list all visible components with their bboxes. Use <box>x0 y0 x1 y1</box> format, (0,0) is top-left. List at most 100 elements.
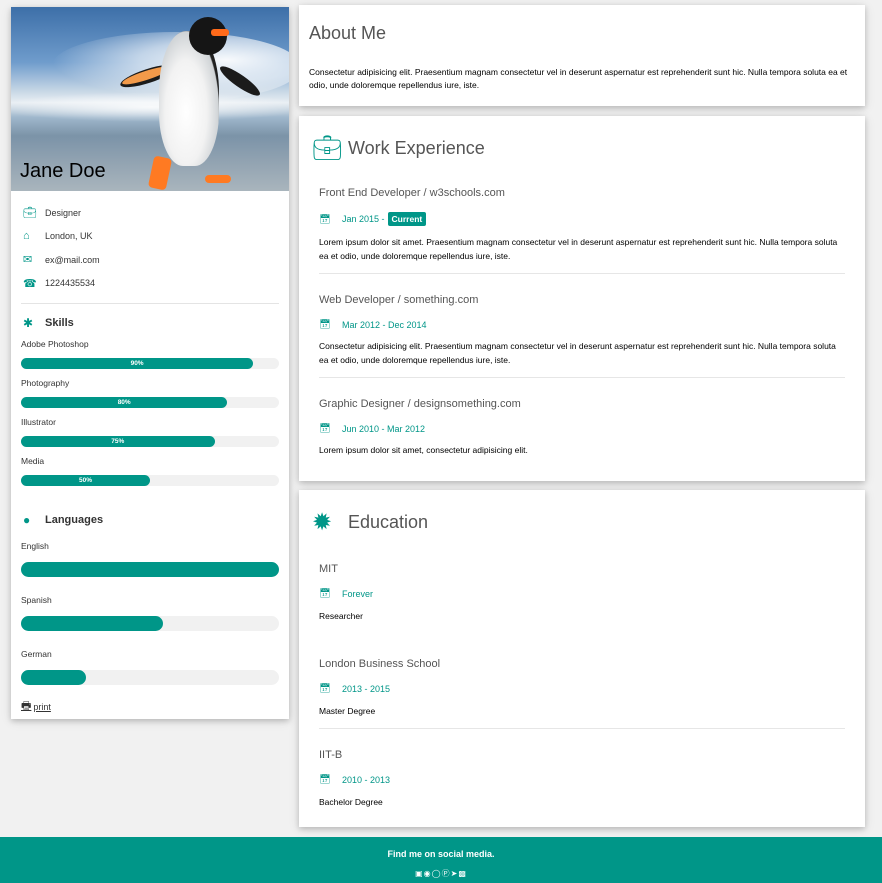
skill-bar-fill: 80% <box>21 397 228 408</box>
facebook-icon[interactable]: ▣ <box>415 869 424 878</box>
work-entry-date-text: Mar 2012 - Dec 2014 <box>342 319 427 330</box>
divider <box>319 377 845 378</box>
phone-icon: ☎ <box>23 277 37 290</box>
education-entry-date: 📅︎ Forever <box>319 588 845 599</box>
work-entry-text: Lorem ipsum dolor sit amet. Praesentium … <box>319 237 838 261</box>
briefcase-icon: 💼︎ <box>23 207 37 220</box>
work-entry-title: Web Developer / something.com <box>319 294 479 306</box>
skill-label: Media <box>21 456 45 466</box>
work-entry-title: Graphic Designer / designsomething.com <box>319 398 521 410</box>
work-entry-text: Consectetur adipisicing elit. Praesentiu… <box>319 341 836 365</box>
divider <box>21 303 279 304</box>
education-heading: ✹ Education <box>312 508 845 537</box>
education-entry-title: MIT <box>319 563 338 575</box>
language-label: Spanish <box>21 595 52 605</box>
language-label: German <box>21 649 52 659</box>
skill-bar-fill: 50% <box>21 475 150 486</box>
linkedin-icon[interactable]: ▩ <box>458 869 467 878</box>
about-card: About Me Consectetur adipisicing elit. P… <box>299 5 865 106</box>
languages-heading: ● Languages <box>21 513 279 527</box>
education-entry-date: 📅︎ 2013 - 2015 <box>319 683 845 694</box>
info-phone-text: 1224435534 <box>45 278 96 289</box>
instagram-icon[interactable]: ◉ <box>424 869 432 878</box>
education-entry-text: Master Degree <box>319 706 376 716</box>
social-icons: ▣◉◯Ⓟ➤▩ <box>0 868 882 879</box>
work-title: Work Experience <box>348 138 485 158</box>
skill-bar: 90% <box>21 358 279 369</box>
language-bar-fill <box>21 562 279 577</box>
language-bar <box>21 670 279 685</box>
print-label[interactable]: print <box>33 702 51 712</box>
skills-heading: ✱ Skills <box>21 316 279 330</box>
printer-icon: 🖶︎ <box>21 700 32 712</box>
footer-text: Find me on social media. <box>387 849 495 859</box>
info-job-text: Designer <box>45 207 82 218</box>
asterisk-icon: ✱ <box>23 316 34 330</box>
work-entry: Web Developer / something.com 📅︎ Mar 201… <box>319 294 845 367</box>
work-entry: Graphic Designer / designsomething.com 📅… <box>319 398 845 457</box>
work-entry-title: Front End Developer / w3schools.com <box>319 187 505 199</box>
language-bar-fill <box>21 670 86 685</box>
languages-title: Languages <box>45 514 104 526</box>
work-entry-date: 📅︎ Jun 2010 - Mar 2012 <box>319 423 845 434</box>
calendar-icon: 📅︎ <box>319 774 331 784</box>
divider <box>319 728 845 729</box>
language-bar <box>21 616 279 631</box>
skill-bar-fill: 90% <box>21 358 254 369</box>
work-entry-date-text: Jan 2015 - <box>342 214 385 224</box>
education-entry-date-text: 2010 - 2013 <box>342 774 391 785</box>
education-entry-title: IIT-B <box>319 749 343 761</box>
work-heading: 💼︎ Work Experience <box>312 134 845 163</box>
education-entry-title: London Business School <box>319 658 441 670</box>
calendar-icon: 📅︎ <box>319 588 331 598</box>
about-text: Consectetur adipisicing elit. Praesentiu… <box>309 67 848 90</box>
education-title: Education <box>348 512 429 532</box>
suitcase-icon: 💼︎ <box>312 135 343 162</box>
info-location-text: London, UK <box>45 231 93 242</box>
certificate-icon: ✹ <box>312 509 333 536</box>
calendar-icon: 📅︎ <box>319 423 331 433</box>
skill-bar: 50% <box>21 475 279 486</box>
footer: Find me on social media. ▣◉◯Ⓟ➤▩ <box>0 837 882 883</box>
info-email: ✉ ex@mail.com <box>21 248 279 272</box>
skill-label: Illustrator <box>21 417 56 427</box>
work-entry-date: 📅︎ Jan 2015 - Current <box>319 212 845 226</box>
work-entry-date-text: Jun 2010 - Mar 2012 <box>342 423 426 434</box>
info-job: 💼︎ Designer <box>21 201 279 225</box>
skill-label: Photography <box>21 378 70 388</box>
work-entry-date: 📅︎ Mar 2012 - Dec 2014 <box>319 319 845 330</box>
calendar-icon: 📅︎ <box>319 319 331 329</box>
education-entry: MIT 📅︎ Forever Researcher <box>319 563 845 623</box>
skill-bar: 75% <box>21 436 279 447</box>
envelope-icon: ✉ <box>23 254 33 267</box>
skill-bar-fill: 75% <box>21 436 215 447</box>
about-title: About Me <box>309 23 387 43</box>
calendar-icon: 📅︎ <box>319 683 331 693</box>
education-entry-text: Researcher <box>319 611 363 621</box>
profile-card: Jane Doe 💼︎ Designer ⌂ London, UK ✉ ex@m… <box>11 7 289 719</box>
current-badge: Current <box>387 212 427 226</box>
profile-photo: Jane Doe <box>11 7 289 191</box>
info-location: ⌂ London, UK <box>21 225 279 249</box>
education-entry-date-text: Forever <box>342 588 374 599</box>
work-entry: Front End Developer / w3schools.com 📅︎ J… <box>319 187 845 263</box>
home-icon: ⌂ <box>23 230 30 243</box>
globe-icon: ● <box>23 513 31 527</box>
info-email-text: ex@mail.com <box>45 254 100 265</box>
snapchat-icon[interactable]: ◯ <box>432 869 442 878</box>
skill-bar: 80% <box>21 397 279 408</box>
education-entry-text: Bachelor Degree <box>319 797 383 807</box>
language-bar <box>21 562 279 577</box>
language-bar-fill <box>21 616 163 631</box>
skills-title: Skills <box>45 317 74 329</box>
education-entry-date-text: 2013 - 2015 <box>342 683 391 694</box>
work-entry-text: Lorem ipsum dolor sit amet, consectetur … <box>319 445 528 455</box>
education-entry: London Business School 📅︎ 2013 - 2015 Ma… <box>319 658 845 718</box>
education-entry-date: 📅︎ 2010 - 2013 <box>319 774 845 785</box>
pinterest-icon[interactable]: Ⓟ <box>442 869 451 878</box>
print-link[interactable]: 🖶︎ print <box>21 697 279 716</box>
divider <box>319 273 845 274</box>
skill-label: Adobe Photoshop <box>21 339 89 349</box>
calendar-icon: 📅︎ <box>319 213 331 224</box>
work-card: 💼︎ Work Experience Front End Developer /… <box>299 116 865 481</box>
